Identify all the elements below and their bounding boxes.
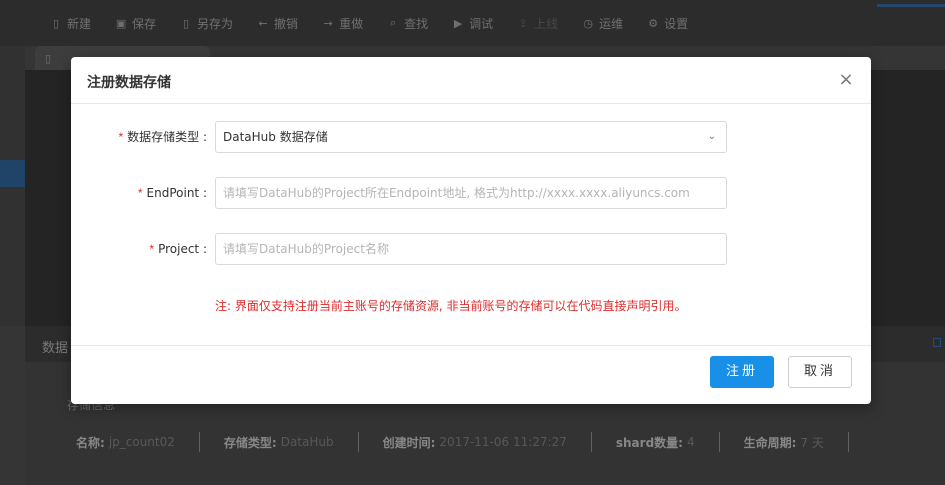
required-mark: *: [118, 130, 124, 144]
chevron-down-icon: ⌄: [707, 131, 716, 142]
dialog-title: 注册数据存储: [87, 75, 171, 91]
dialog-footer: 注册 取消: [71, 345, 871, 404]
store-type-row: * 数据存储类型 : DataHub 数据存储 ⌄: [71, 121, 871, 153]
cancel-button[interactable]: 取消: [788, 356, 852, 388]
dialog-header: 注册数据存储 ×: [71, 57, 871, 104]
store-type-label: * 数据存储类型 :: [118, 121, 207, 153]
account-note: 注: 界面仅支持注册当前主账号的存储资源, 非当前账号的存储可以在代码直接声明引…: [215, 299, 687, 313]
store-type-label-text: 数据存储类型 :: [127, 130, 207, 144]
required-mark: *: [137, 186, 143, 200]
close-icon[interactable]: ×: [835, 69, 857, 91]
endpoint-input[interactable]: [223, 178, 719, 208]
endpoint-label-text: EndPoint :: [146, 186, 207, 200]
project-label: * Project :: [149, 233, 207, 265]
store-type-select[interactable]: DataHub 数据存储 ⌄: [215, 121, 727, 153]
required-mark: *: [149, 242, 155, 256]
project-label-text: Project :: [158, 242, 207, 256]
project-row: * Project :: [71, 233, 871, 265]
project-field-box: [215, 233, 727, 265]
endpoint-label: * EndPoint :: [138, 177, 207, 209]
store-type-value: DataHub 数据存储: [223, 130, 328, 144]
endpoint-row: * EndPoint :: [71, 177, 871, 209]
project-input[interactable]: [223, 234, 719, 264]
endpoint-field-box: [215, 177, 727, 209]
register-button[interactable]: 注册: [710, 356, 774, 388]
register-storage-dialog: 注册数据存储 × * 数据存储类型 : DataHub 数据存储 ⌄ * EndPo…: [71, 57, 871, 404]
